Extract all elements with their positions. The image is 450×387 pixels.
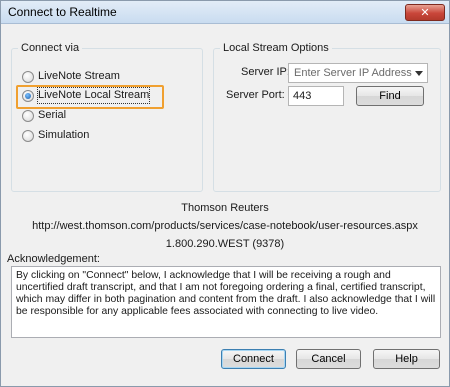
server-ip-label: Server IP: [241, 66, 290, 78]
close-icon: ✕ [420, 6, 430, 19]
radio-label: Serial [38, 109, 67, 121]
chevron-down-icon[interactable] [415, 71, 423, 76]
close-button[interactable]: ✕ [405, 4, 445, 21]
phone-number: 1.800.290.WEST (9378) [165, 238, 285, 250]
server-port-label: Server Port: [226, 89, 285, 101]
radio-button-icon[interactable] [22, 130, 34, 142]
company-name: Thomson Reuters [181, 202, 269, 214]
server-port-input[interactable]: 443 [288, 86, 344, 106]
title-bar[interactable]: Connect to Realtime ✕ [1, 1, 449, 24]
connect-via-legend: Connect via [18, 42, 83, 54]
server-ip-combobox[interactable]: Enter Server IP Address [288, 63, 428, 83]
help-button[interactable]: Help [373, 349, 440, 369]
radio-button-icon[interactable] [22, 90, 34, 102]
radio-button-icon[interactable] [22, 71, 34, 83]
local-stream-options-legend: Local Stream Options [220, 42, 332, 54]
find-button[interactable]: Find [356, 86, 424, 106]
cancel-button[interactable]: Cancel [296, 349, 361, 369]
dialog-title: Connect to Realtime [8, 5, 117, 19]
radio-label: Simulation [38, 129, 90, 141]
radio-label: LiveNote Stream [38, 70, 120, 82]
acknowledgement-label: Acknowledgement: [7, 253, 100, 265]
radio-button-icon[interactable] [22, 110, 34, 122]
acknowledgement-text[interactable]: By clicking on "Connect" below, I acknow… [11, 266, 441, 338]
resources-url: http://west.thomson.com/products/service… [32, 220, 418, 232]
connect-button[interactable]: Connect [221, 349, 286, 369]
connect-via-group: Connect via LiveNote Stream LiveNote Loc… [11, 42, 203, 192]
connect-to-realtime-dialog: Connect to Realtime ✕ Connect via LiveNo… [0, 0, 450, 387]
radio-label: LiveNote Local Stream [36, 87, 151, 104]
local-stream-options-group: Local Stream Options Server IP: Enter Se… [213, 42, 441, 192]
server-ip-value: Enter Server IP Address [294, 67, 412, 79]
